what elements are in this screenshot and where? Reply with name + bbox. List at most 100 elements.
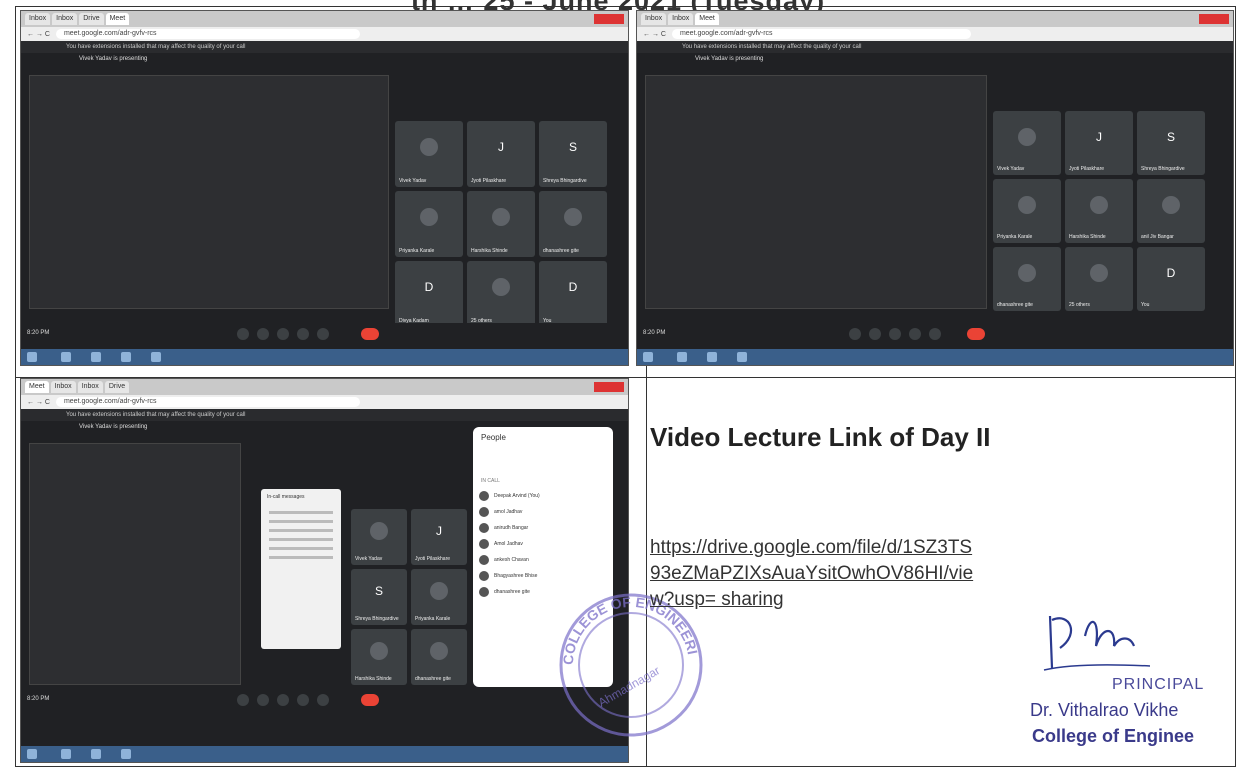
participant-avatar: S bbox=[568, 140, 577, 155]
window-close-icon[interactable] bbox=[1199, 14, 1229, 24]
people-row[interactable]: amol Jadhav bbox=[473, 504, 613, 520]
participant-tile[interactable]: 25 others bbox=[467, 261, 535, 327]
present-icon[interactable] bbox=[317, 694, 329, 706]
participant-tile[interactable]: S Shreya Bhingardive bbox=[351, 569, 407, 625]
people-list: Deepak Arvind (You) amol Jadhav anirudh Ba… bbox=[473, 488, 613, 600]
participant-tile[interactable]: Priyanka Karale bbox=[411, 569, 467, 625]
taskbar-app-icon[interactable] bbox=[91, 352, 101, 362]
mic-icon[interactable] bbox=[849, 328, 861, 340]
start-icon[interactable] bbox=[643, 352, 653, 362]
meet-controls: 8:20 PM bbox=[637, 323, 1233, 345]
hand-icon[interactable] bbox=[909, 328, 921, 340]
participant-avatar: D bbox=[424, 280, 434, 295]
start-icon[interactable] bbox=[27, 749, 37, 759]
browser-tab[interactable]: Inbox bbox=[77, 381, 103, 393]
participant-tile[interactable]: anil Jiv Bangar bbox=[1137, 179, 1205, 243]
camera-icon[interactable] bbox=[257, 694, 269, 706]
participant-avatar: S bbox=[374, 584, 383, 599]
browser-tab[interactable]: Drive bbox=[79, 13, 104, 25]
window-close-icon[interactable] bbox=[594, 382, 624, 392]
participant-tile[interactable]: S Shreya Bhingardive bbox=[1137, 111, 1205, 175]
taskbar-app-icon[interactable] bbox=[121, 352, 131, 362]
avatar bbox=[479, 587, 489, 597]
participant-tile[interactable]: Vivek Yadav bbox=[993, 111, 1061, 175]
meet-screenshot-3: Meet Inbox Inbox Drive ← → Cmeet.google.… bbox=[20, 378, 629, 763]
avatar bbox=[479, 523, 489, 533]
participant-tile[interactable]: dhanashree gite bbox=[993, 247, 1061, 311]
taskbar-app-icon[interactable] bbox=[61, 749, 71, 759]
participant-avatar bbox=[492, 208, 510, 227]
participant-tile[interactable]: dhanashree gite bbox=[539, 191, 607, 257]
people-row[interactable]: Bhagyashree Bhise bbox=[473, 568, 613, 584]
participant-tile[interactable]: Harshika Shinde bbox=[467, 191, 535, 257]
participant-tile[interactable]: Harshika Shinde bbox=[1065, 179, 1133, 243]
browser-tabs: Meet Inbox Inbox Drive bbox=[21, 379, 628, 395]
present-icon[interactable] bbox=[317, 328, 329, 340]
hand-icon[interactable] bbox=[297, 694, 309, 706]
mic-icon[interactable] bbox=[237, 694, 249, 706]
captions-icon[interactable] bbox=[277, 328, 289, 340]
window-close-icon[interactable] bbox=[594, 14, 624, 24]
participant-tile[interactable]: Vivek Yadav bbox=[395, 121, 463, 187]
address-bar[interactable]: ← → Cmeet.google.com/adr-gvfv-rcs bbox=[637, 27, 1233, 41]
browser-tab-active[interactable]: Meet bbox=[25, 381, 49, 393]
people-row[interactable]: Deepak Arvind (You) bbox=[473, 488, 613, 504]
taskbar-app-icon[interactable] bbox=[61, 352, 71, 362]
in-call-messages-panel[interactable]: In-call messages bbox=[261, 489, 341, 649]
taskbar-app-icon[interactable] bbox=[121, 749, 131, 759]
url-field[interactable]: meet.google.com/adr-gvfv-rcs bbox=[55, 29, 361, 39]
camera-icon[interactable] bbox=[869, 328, 881, 340]
captions-icon[interactable] bbox=[277, 694, 289, 706]
end-call-button[interactable] bbox=[361, 694, 379, 706]
participant-avatar bbox=[1162, 195, 1180, 214]
taskbar-app-icon[interactable] bbox=[91, 749, 101, 759]
people-row[interactable]: anirudh Bangar bbox=[473, 520, 613, 536]
participant-tile[interactable]: D Divya Kadam bbox=[395, 261, 463, 327]
url-field[interactable]: meet.google.com/adr-gvfv-rcs bbox=[55, 397, 361, 407]
participant-tile[interactable]: dhanashree gite bbox=[411, 629, 467, 685]
start-icon[interactable] bbox=[27, 352, 37, 362]
end-call-button[interactable] bbox=[967, 328, 985, 340]
browser-tab-active[interactable]: Meet bbox=[105, 13, 130, 25]
participant-tile[interactable]: Priyanka Karale bbox=[993, 179, 1061, 243]
hand-icon[interactable] bbox=[297, 328, 309, 340]
participant-tile[interactable]: Vivek Yadav bbox=[351, 509, 407, 565]
participant-name: Harshika Shinde bbox=[471, 248, 508, 254]
avatar bbox=[479, 571, 489, 581]
mic-icon[interactable] bbox=[237, 328, 249, 340]
browser-tab[interactable]: Inbox bbox=[641, 13, 667, 25]
browser-tab-active[interactable]: Meet bbox=[695, 13, 719, 25]
participant-tile[interactable]: D You bbox=[539, 261, 607, 327]
address-bar[interactable]: ← → Cmeet.google.com/adr-gvfv-rcs bbox=[21, 27, 628, 41]
browser-tab[interactable]: Inbox bbox=[50, 381, 76, 393]
presentation-stage bbox=[29, 75, 389, 309]
browser-tab[interactable]: Inbox bbox=[25, 13, 51, 25]
participant-name: Jyoti Pilaskhare bbox=[415, 556, 451, 562]
participant-tile[interactable]: J Jyoti Pilaskhare bbox=[467, 121, 535, 187]
taskbar-app-icon[interactable] bbox=[737, 352, 747, 362]
browser-tab[interactable]: Inbox bbox=[668, 13, 694, 25]
avatar bbox=[479, 539, 489, 549]
taskbar-app-icon[interactable] bbox=[151, 352, 161, 362]
captions-icon[interactable] bbox=[889, 328, 901, 340]
participant-tile[interactable]: Priyanka Karale bbox=[395, 191, 463, 257]
browser-tab[interactable]: Drive bbox=[104, 381, 130, 393]
camera-icon[interactable] bbox=[257, 328, 269, 340]
participant-tile[interactable]: S Shreya Bhingardive bbox=[539, 121, 607, 187]
participant-tile[interactable]: Harshika Shinde bbox=[351, 629, 407, 685]
taskbar-app-icon[interactable] bbox=[677, 352, 687, 362]
participant-tile[interactable]: J Jyoti Pilaskhare bbox=[411, 509, 467, 565]
participant-tile[interactable]: J Jyoti Pilaskhare bbox=[1065, 111, 1133, 175]
url-field[interactable]: meet.google.com/adr-gvfv-rcs bbox=[671, 29, 972, 39]
people-row[interactable]: Amol Jadhav bbox=[473, 536, 613, 552]
participant-avatar bbox=[1018, 263, 1036, 282]
browser-tab[interactable]: Inbox bbox=[52, 13, 78, 25]
participant-tile[interactable]: 25 others bbox=[1065, 247, 1133, 311]
end-call-button[interactable] bbox=[361, 328, 379, 340]
people-row[interactable]: ankesh Chavan bbox=[473, 552, 613, 568]
taskbar-app-icon[interactable] bbox=[707, 352, 717, 362]
present-icon[interactable] bbox=[929, 328, 941, 340]
address-bar[interactable]: ← → Cmeet.google.com/adr-gvfv-rcs bbox=[21, 395, 628, 409]
participant-tile[interactable]: D You bbox=[1137, 247, 1205, 311]
lecture-link[interactable]: https://drive.google.com/file/d/1SZ3TS93… bbox=[650, 535, 980, 613]
